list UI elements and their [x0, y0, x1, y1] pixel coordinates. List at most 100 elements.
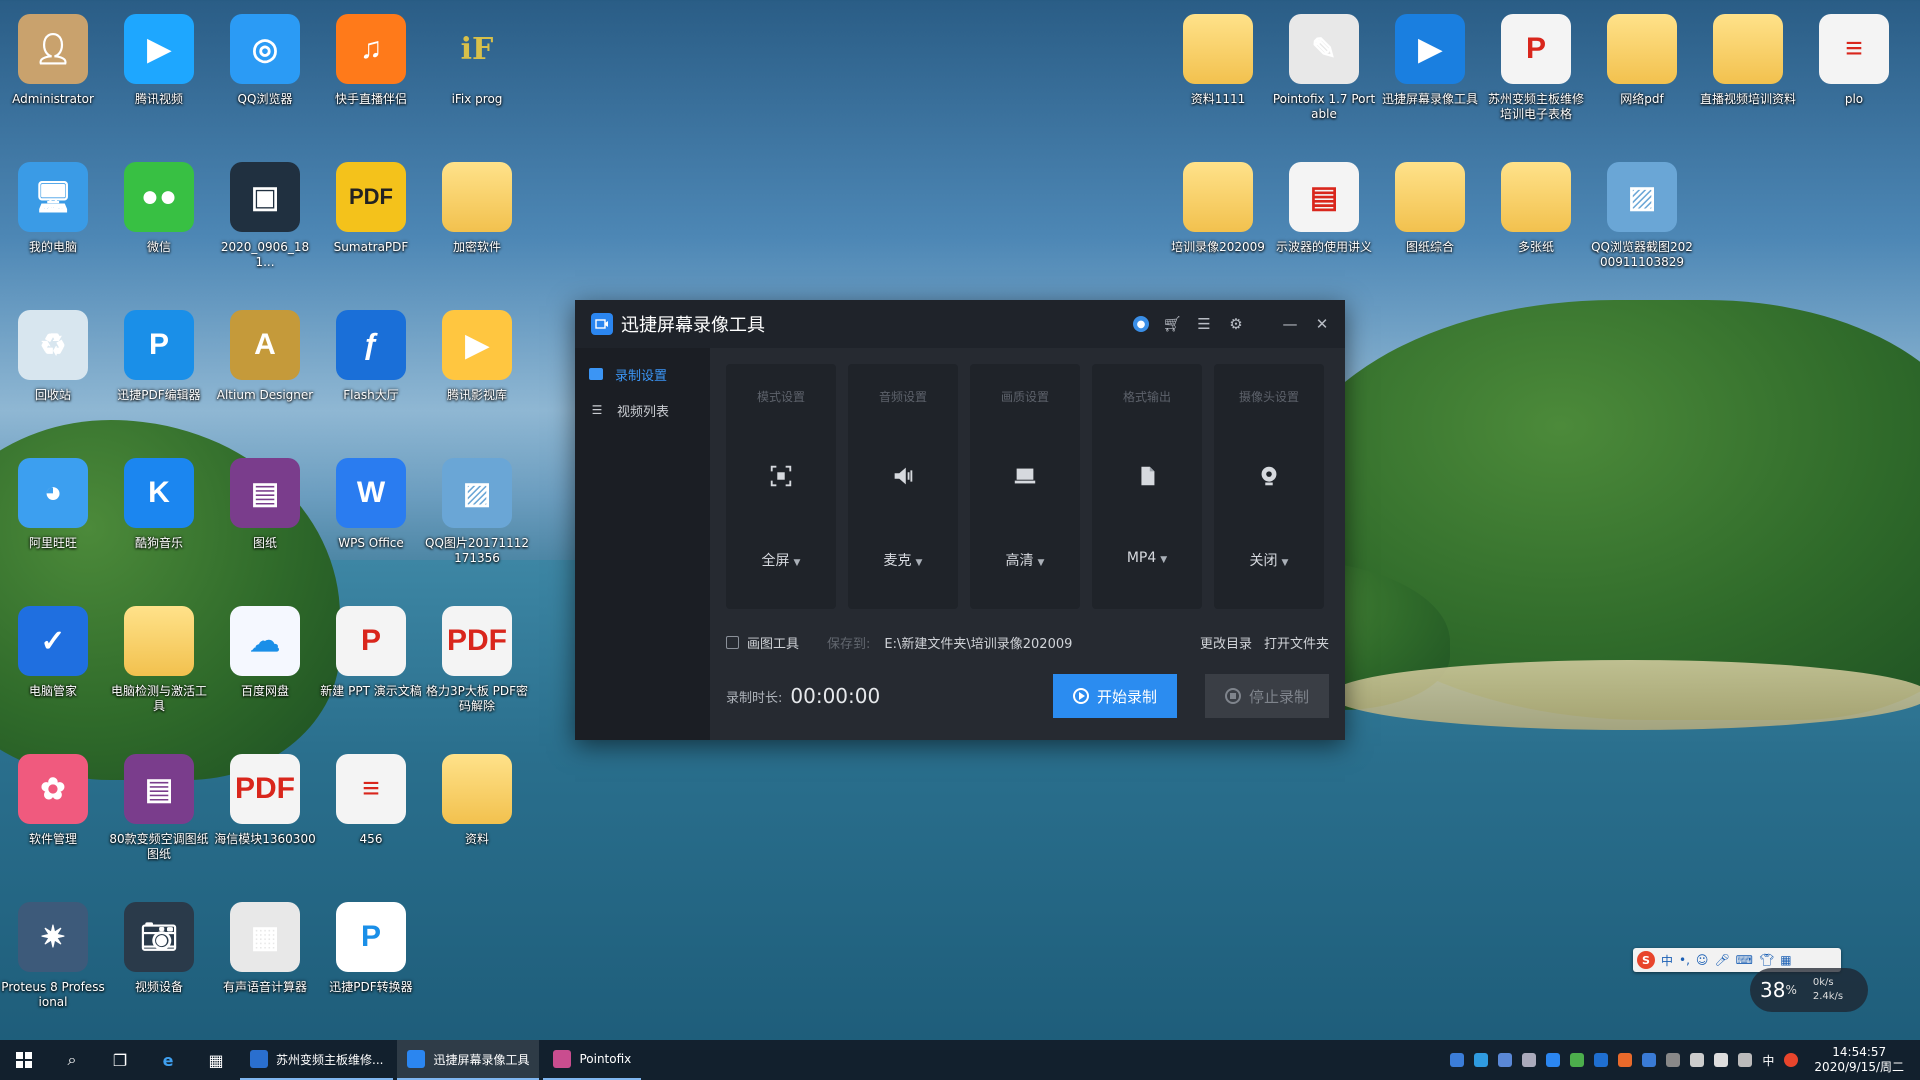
desktop-icon[interactable]: 培训录像202009 — [1166, 162, 1270, 255]
card-quality-setting[interactable]: 画质设置 高清 ▼ — [970, 364, 1080, 609]
desktop-icon[interactable]: ◎ QQ浏览器 — [213, 14, 317, 107]
task-view-icon[interactable]: ❐ — [96, 1040, 144, 1080]
card-format-output[interactable]: 格式输出 MP4 ▼ — [1092, 364, 1202, 609]
desktop-icon[interactable]: PDF 海信模块1360300 — [213, 754, 317, 847]
network-share-tray-icon[interactable] — [1498, 1053, 1513, 1067]
desktop-icon[interactable]: 👤︎ Administrator — [1, 14, 105, 107]
desktop-icon[interactable]: 📷︎ 视频设备 — [107, 902, 211, 995]
desktop-icon[interactable]: A Altium Designer — [213, 310, 317, 403]
desktop-icon[interactable]: 加密软件 — [425, 162, 529, 255]
desktop-icon[interactable]: 直播视频培训资料 — [1696, 14, 1800, 107]
card-value-dropdown[interactable]: 关闭 ▼ — [1214, 550, 1324, 570]
desktop-icon[interactable]: ✿ 软件管理 — [1, 754, 105, 847]
desktop-icon[interactable]: P 苏州变频主板维修培训电子表格 — [1484, 14, 1588, 122]
shield-tray-icon[interactable] — [1594, 1053, 1609, 1067]
card-value-dropdown[interactable]: MP4 ▼ — [1092, 550, 1202, 566]
desktop-icon[interactable]: PDF SumatraPDF — [319, 162, 423, 255]
desktop-icon[interactable]: ✷ Proteus 8 Professional — [1, 902, 105, 1010]
settings-icon[interactable]: ⚙ — [1227, 315, 1245, 333]
emoji-icon[interactable]: ☺ — [1696, 953, 1709, 967]
ie-browser-icon[interactable]: e — [144, 1040, 192, 1080]
search-icon[interactable]: ⌕ — [48, 1040, 96, 1080]
desktop-icon[interactable]: 🖥︎ 我的电脑 — [1, 162, 105, 255]
desktop-icon[interactable]: P 新建 PPT 演示文稿 — [319, 606, 423, 699]
close-icon[interactable]: ✕ — [1313, 315, 1331, 333]
desktop-icon[interactable]: ✓ 电脑管家 — [1, 606, 105, 699]
bluetooth-tray-icon[interactable] — [1642, 1053, 1657, 1067]
desktop-icon[interactable]: 多张纸 — [1484, 162, 1588, 255]
microphone-icon[interactable]: 🎤︎ — [1714, 953, 1729, 967]
desktop-icon[interactable]: W WPS Office — [319, 458, 423, 551]
desktop-icon[interactable]: ƒ Flash大厅 — [319, 310, 423, 403]
card-mode-setting[interactable]: 模式设置 全屏 ▼ — [726, 364, 836, 609]
desktop-icon[interactable]: iF iFix prog — [425, 14, 529, 107]
desktop-icon[interactable]: ♻ 回收站 — [1, 310, 105, 403]
usb-tray-icon[interactable] — [1522, 1053, 1537, 1067]
card-value-dropdown[interactable]: 高清 ▼ — [970, 550, 1080, 570]
battery-tray-icon[interactable] — [1666, 1053, 1681, 1067]
desktop-icon[interactable]: ≡ 456 — [319, 754, 423, 847]
taskbar-task[interactable]: 迅捷屏幕录像工具 — [397, 1040, 540, 1080]
card-webcam-setting[interactable]: 摄像头设置 关闭 ▼ — [1214, 364, 1324, 609]
user-account-icon[interactable]: ● — [1133, 316, 1149, 332]
ime-mode[interactable]: 中 — [1661, 952, 1673, 969]
cart-icon[interactable]: 🛒︎ — [1162, 315, 1181, 333]
desktop-icon[interactable]: ▨ QQ浏览器截图20200911103829 — [1590, 162, 1694, 270]
desktop-icon[interactable]: ✎ Pointofix 1.7 Portable — [1272, 14, 1376, 122]
desktop-icon[interactable]: ●● 微信 — [107, 162, 211, 255]
menu-icon[interactable]: ☰ — [1195, 315, 1213, 333]
desktop-icon[interactable]: 电脑检测与激活工具 — [107, 606, 211, 714]
desktop-icon[interactable]: 资料 — [425, 754, 529, 847]
desktop-icon[interactable]: ▤ 图纸 — [213, 458, 317, 551]
desktop-icon[interactable]: P 迅捷PDF转换器 — [319, 902, 423, 995]
desktop-icon[interactable]: ♫ 快手直播伴侣 — [319, 14, 423, 107]
volume-tray-icon[interactable] — [1618, 1053, 1633, 1067]
desktop-icon[interactable]: ▣ 2020_0906_181... — [213, 162, 317, 270]
gpu-tray-icon[interactable] — [1570, 1053, 1585, 1067]
window-titlebar[interactable]: 迅捷屏幕录像工具 ● 🛒︎ ☰ ⚙ — ✕ — [575, 300, 1345, 348]
desktop-icon[interactable]: ▶ 腾讯视频 — [107, 14, 211, 107]
desktop-icon[interactable]: ▨ QQ图片20171112171356 — [425, 458, 529, 566]
keyboard-tray-icon[interactable] — [1738, 1053, 1753, 1067]
desktop-icon[interactable]: PDF 格力3P大板 PDF密码解除 — [425, 606, 529, 714]
sidebar-item-record-settings[interactable]: 录制设置 — [575, 356, 710, 392]
sidebar-item-video-list[interactable]: ☰ 视频列表 — [575, 392, 710, 428]
wifi-tray-icon[interactable] — [1690, 1053, 1705, 1067]
draw-tool-checkbox[interactable] — [726, 635, 739, 649]
speaker-tray-icon[interactable] — [1714, 1053, 1729, 1067]
desktop-icon[interactable]: P 迅捷PDF编辑器 — [107, 310, 211, 403]
taskbar-task[interactable]: Pointofix — [543, 1040, 642, 1080]
stop-recording-button[interactable]: 停止录制 — [1205, 674, 1329, 718]
calculator-icon[interactable]: ▦ — [192, 1040, 240, 1080]
clock[interactable]: 14:54:57 2020/9/15/周二 — [1808, 1045, 1910, 1075]
start-recording-button[interactable]: 开始录制 — [1053, 674, 1177, 718]
keyboard-icon[interactable]: ⌨ — [1736, 953, 1753, 967]
punctuation-icon[interactable]: •, — [1679, 953, 1690, 967]
pen-tray-icon[interactable] — [1474, 1053, 1489, 1067]
sogou-tray-icon[interactable] — [1784, 1053, 1799, 1067]
desktop-icon[interactable]: ≡ plo — [1802, 14, 1906, 107]
desktop-icon[interactable]: 网络pdf — [1590, 14, 1694, 107]
open-folder-link[interactable]: 打开文件夹 — [1264, 633, 1329, 652]
start-button[interactable] — [0, 1040, 48, 1080]
taskbar-task[interactable]: 苏州变频主板维修... — [240, 1040, 394, 1080]
change-directory-link[interactable]: 更改目录 — [1200, 633, 1252, 652]
performance-widget[interactable]: 38 % 0k/s 2.4k/s — [1750, 968, 1868, 1012]
card-value-dropdown[interactable]: 全屏 ▼ — [726, 550, 836, 570]
desktop-icon[interactable]: ▤ 80款变频空调图纸图纸 — [107, 754, 211, 862]
card-value-dropdown[interactable]: 麦克 ▼ — [848, 550, 958, 570]
toolbox-icon[interactable]: ▦ — [1780, 953, 1791, 967]
minimize-icon[interactable]: — — [1281, 315, 1299, 333]
qq-tray-icon[interactable] — [1450, 1053, 1465, 1067]
desktop-icon[interactable]: ▶ 迅捷屏幕录像工具 — [1378, 14, 1482, 107]
desktop-icon[interactable]: ▦ 有声语音计算器 — [213, 902, 317, 995]
desktop-icon[interactable]: ◕ 阿里旺旺 — [1, 458, 105, 551]
desktop-icon[interactable]: ▤ 示波器的使用讲义 — [1272, 162, 1376, 255]
desktop-icon[interactable]: 资料1111 — [1166, 14, 1270, 107]
desktop-icon[interactable]: ☁ 百度网盘 — [213, 606, 317, 699]
card-audio-setting[interactable]: 音频设置 麦克 ▼ — [848, 364, 958, 609]
recorder-tray-icon[interactable] — [1546, 1053, 1561, 1067]
ime-language[interactable]: 中 — [1762, 1052, 1774, 1069]
skin-icon[interactable]: 👕︎ — [1759, 953, 1774, 967]
desktop-icon[interactable]: K 酷狗音乐 — [107, 458, 211, 551]
